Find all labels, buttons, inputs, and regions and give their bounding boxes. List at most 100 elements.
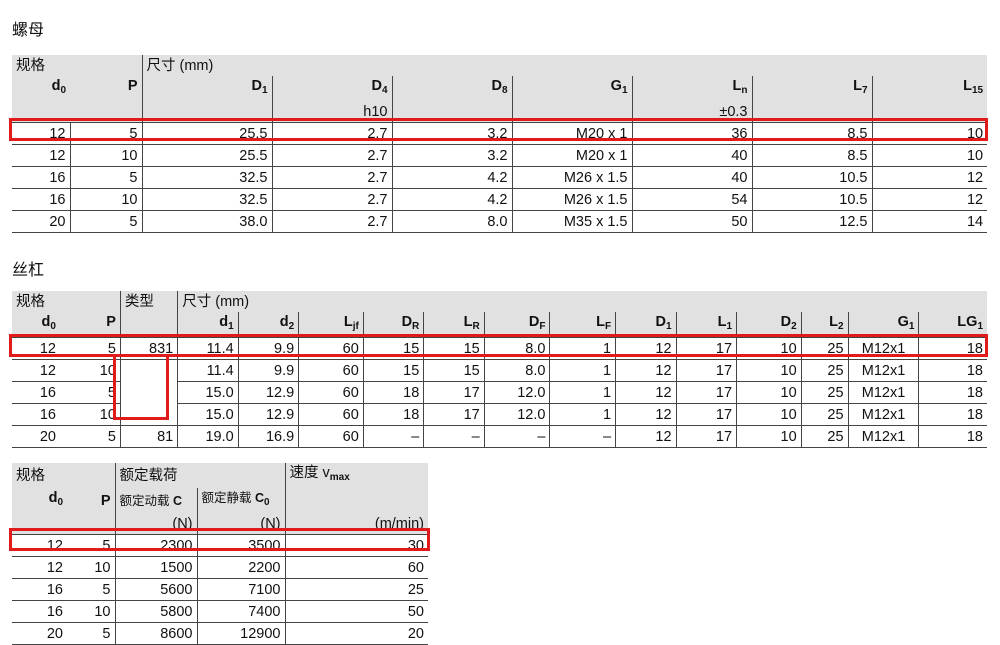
table-cell: 12.0	[484, 381, 551, 404]
table-cell: 10	[736, 381, 802, 404]
screw-col-header: d1	[177, 312, 239, 338]
table-cell: 10	[736, 403, 802, 426]
table-cell: M26 x 1.5	[512, 166, 633, 189]
table-cell: 25.5	[142, 144, 273, 167]
table-cell: 18	[918, 381, 987, 404]
table-cell: 3.2	[392, 144, 513, 167]
table-cell: 25	[801, 337, 849, 360]
table-cell: 10	[872, 144, 988, 167]
screw-col-header: D1	[615, 312, 677, 338]
table-cell: 10	[736, 337, 802, 360]
table-cell: 36	[632, 122, 753, 145]
nut-col-header: P	[70, 76, 143, 101]
nut-col-header: Ln	[632, 76, 753, 101]
table-cell: 3.2	[392, 122, 513, 145]
table-cell: –	[484, 425, 551, 448]
load-col-static: 额定静载 C0	[197, 488, 286, 513]
table-cell: 8600	[115, 622, 198, 645]
table-cell: M12x1	[848, 337, 920, 360]
nut-section-title: 螺母	[12, 22, 45, 39]
table-cell: 10	[70, 144, 143, 167]
screw-col-header: L1	[676, 312, 738, 338]
table-cell: 2200	[197, 556, 286, 579]
nut-col-unit	[70, 101, 143, 123]
table-cell: 18	[918, 337, 987, 360]
screw-col-header: LG1	[918, 312, 987, 338]
screw-section-title: 丝杠	[12, 262, 45, 279]
table-row: 12 5 2300 3500 30	[12, 534, 428, 557]
nut-col-unit	[142, 101, 273, 123]
table-cell: 12	[615, 425, 677, 448]
table-row: 16 10 15.0 12.9 60 18 17 12.0 1 12 17 10 25 M12x1 18	[12, 403, 987, 426]
table-cell: 12	[12, 359, 60, 382]
nut-col-header: G1	[512, 76, 633, 101]
table-cell: 10	[70, 188, 143, 211]
table-cell: 1500	[115, 556, 198, 579]
table-cell: 12	[12, 144, 71, 167]
table-cell: 10	[67, 556, 116, 579]
table-cell: 17	[676, 425, 738, 448]
table-cell: –	[549, 425, 617, 448]
table-cell: M35 x 1.5	[512, 210, 633, 233]
table-cell: 12.5	[752, 210, 873, 233]
table-cell: 40	[632, 144, 753, 167]
nut-col-unit	[12, 101, 70, 123]
table-cell: 5	[67, 534, 116, 557]
table-cell: 16	[12, 166, 71, 189]
table-cell: 7400	[197, 600, 286, 623]
table-cell: 12	[615, 337, 677, 360]
table-cell: M20 x 1	[512, 144, 633, 167]
table-row: 20 5 81 19.0 16.9 60– – – –12 17 10 25 M12x1 18	[12, 425, 987, 448]
screw-col-header: DR	[363, 312, 425, 338]
table-cell: 50	[285, 600, 428, 623]
table-cell: 5600	[115, 578, 198, 601]
screw-col-header: d0	[12, 312, 60, 338]
table-cell: 10	[59, 359, 121, 382]
table-cell: 14	[872, 210, 988, 233]
table-cell	[120, 403, 179, 426]
table-cell: 12	[615, 403, 677, 426]
table-cell: 81	[120, 425, 179, 448]
table-cell: 40	[632, 166, 753, 189]
table-cell: 15	[363, 359, 425, 382]
nut-col-unit: h10	[272, 101, 393, 123]
table-row: 20 5 8600 12900 20	[12, 622, 428, 645]
screw-col-header: LR	[423, 312, 485, 338]
screw-col-header: DF	[484, 312, 551, 338]
screw-col-header: D2	[736, 312, 802, 338]
table-cell: 16.9	[238, 425, 300, 448]
table-cell: 12	[12, 556, 67, 579]
nut-col-header: d0	[12, 76, 70, 101]
table-cell: 20	[12, 425, 60, 448]
table-cell: 1	[549, 337, 617, 360]
nut-col-unit: ±0.3	[632, 101, 753, 123]
table-cell: M26 x 1.5	[512, 188, 633, 211]
table-cell: 12	[615, 359, 677, 382]
table-cell: 5	[70, 166, 143, 189]
table-cell: 17	[676, 403, 738, 426]
table-cell: 15	[423, 337, 485, 360]
load-unit-static: (N)	[197, 513, 286, 535]
table-cell: 9.9	[238, 337, 300, 360]
table-cell: 12900	[197, 622, 286, 645]
table-row: 12 10 11.4 9.9 60 15 15 8.0 1 12 17 10 25 M12x1 18	[12, 359, 987, 382]
table-row: 12 10 1500 2200 60	[12, 556, 428, 579]
nut-col-unit	[512, 101, 633, 123]
table-cell: 30	[285, 534, 428, 557]
table-cell: 12.9	[238, 403, 300, 426]
table-cell: 16	[12, 403, 60, 426]
table-cell: 12	[872, 166, 988, 189]
table-cell: 10	[736, 359, 802, 382]
table-cell: 2.7	[272, 210, 393, 233]
table-cell: 8.0	[484, 337, 551, 360]
screw-col-header: Ljf	[298, 312, 364, 338]
table-cell: 16	[12, 600, 67, 623]
table-cell: 4.2	[392, 188, 513, 211]
table-cell: 17	[676, 359, 738, 382]
nut-col-unit	[752, 101, 873, 123]
table-cell: 10.5	[752, 188, 873, 211]
table-cell: 60	[298, 425, 364, 448]
table-cell: 5800	[115, 600, 198, 623]
table-row: 12 5 831 11.4 9.9 60 15 15 8.0 1 12 17 10 25 M12x1 18	[12, 337, 987, 360]
table-cell: 1	[549, 403, 617, 426]
